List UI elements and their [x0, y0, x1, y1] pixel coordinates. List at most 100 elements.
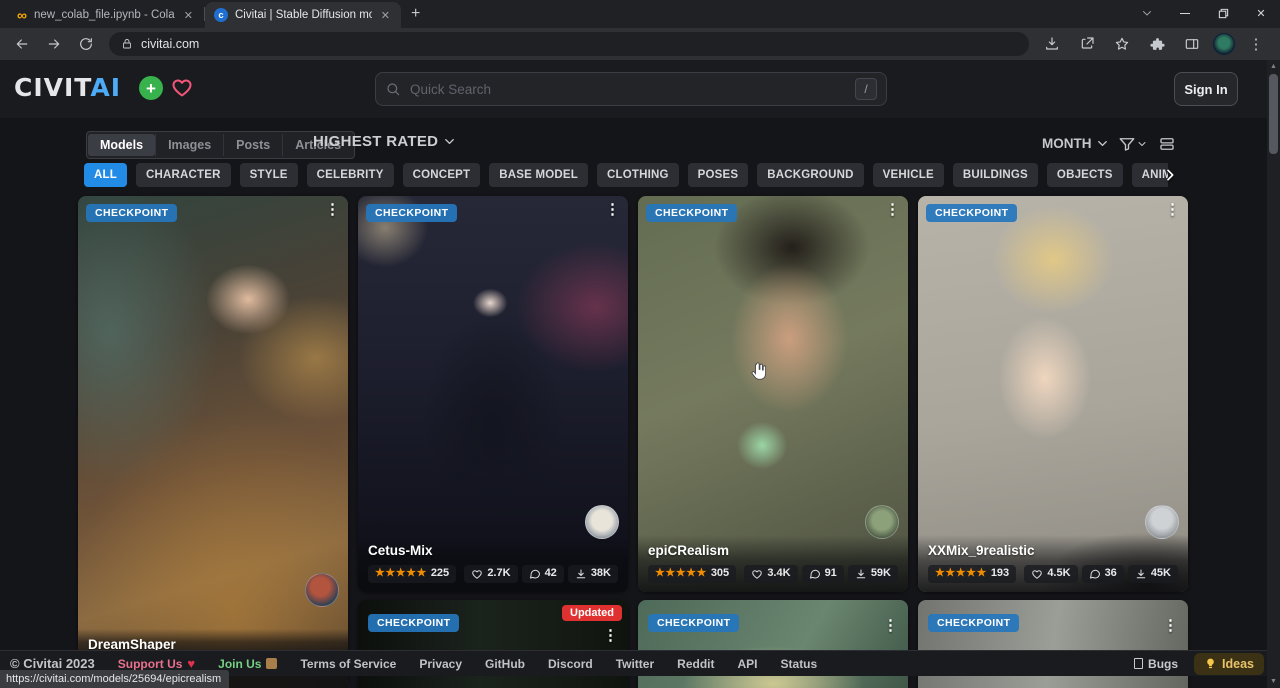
civitai-logo[interactable]: CIVITAI — [14, 73, 121, 102]
footer-link-reddit[interactable]: Reddit — [677, 657, 714, 671]
rating-pill: ★★★★★305 — [648, 565, 736, 583]
support-heart-icon[interactable] — [170, 75, 194, 104]
creator-avatar[interactable] — [305, 573, 339, 607]
browser-tab-colab[interactable]: ∞ new_colab_file.ipynb - Colaborat ✕ — [8, 2, 204, 28]
chip-background[interactable]: BACKGROUND — [757, 163, 863, 187]
model-type-badge[interactable]: CHECKPOINT — [368, 614, 459, 632]
browser-tab-civitai[interactable]: c Civitai | Stable Diffusion models, ✕ — [205, 2, 401, 28]
chip-clothing[interactable]: CLOTHING — [597, 163, 679, 187]
card-menu-icon[interactable]: ⋮ — [885, 202, 900, 217]
sort-dropdown[interactable]: HIGHEST RATED — [313, 133, 457, 150]
footer-link-join-us[interactable]: Join Us — [218, 657, 277, 671]
card-menu-icon[interactable]: ⋮ — [1165, 202, 1180, 217]
close-window-button[interactable]: ✕ — [1242, 0, 1280, 26]
chip-all[interactable]: ALL — [84, 163, 127, 187]
toolbar-actions: ⋮ — [1038, 30, 1272, 58]
footer-link-privacy[interactable]: Privacy — [419, 657, 462, 671]
model-type-badge[interactable]: CHECKPOINT — [366, 204, 457, 222]
comments-count: 91 — [825, 567, 837, 580]
address-bar[interactable]: civitai.com — [109, 32, 1029, 56]
scroll-down-arrow-icon[interactable]: ▼ — [1267, 675, 1280, 688]
chip-poses[interactable]: POSES — [688, 163, 749, 187]
scroll-up-arrow-icon[interactable]: ▲ — [1267, 60, 1280, 73]
search-input[interactable]: Quick Search / — [375, 72, 887, 106]
share-icon[interactable] — [1073, 30, 1101, 58]
footer-link-api[interactable]: API — [738, 657, 758, 671]
download-icon[interactable] — [1038, 30, 1066, 58]
sign-in-button[interactable]: Sign In — [1174, 72, 1238, 106]
bookmark-star-icon[interactable] — [1108, 30, 1136, 58]
tab-close-icon[interactable]: ✕ — [182, 9, 195, 22]
chip-character[interactable]: CHARACTER — [136, 163, 231, 187]
comment-icon — [529, 568, 541, 580]
chip-style[interactable]: STYLE — [240, 163, 298, 187]
model-card-cetus-mix[interactable]: CHECKPOINT ⋮ Cetus-Mix ★★★★★225 2.7K 42 … — [358, 196, 628, 592]
card-menu-icon[interactable]: ⋮ — [883, 618, 898, 633]
footer-link-twitter[interactable]: Twitter — [616, 657, 654, 671]
footer-link-status[interactable]: Status — [781, 657, 818, 671]
comment-icon — [809, 568, 821, 580]
maximize-button[interactable] — [1204, 0, 1242, 26]
likes-count: 2.7K — [487, 567, 510, 580]
model-type-badge[interactable]: CHECKPOINT — [926, 204, 1017, 222]
likes-pill: 4.5K — [1024, 565, 1077, 583]
upload-plus-button[interactable]: + — [139, 76, 163, 100]
join-label: Join Us — [218, 657, 261, 671]
chip-buildings[interactable]: BUILDINGS — [953, 163, 1038, 187]
new-tab-button[interactable]: + — [411, 6, 420, 22]
footer-link-discord[interactable]: Discord — [548, 657, 593, 671]
chip-vehicle[interactable]: VEHICLE — [873, 163, 944, 187]
model-card-dreamshaper[interactable]: CHECKPOINT ⋮ DreamShaper — [78, 196, 348, 688]
tab-images[interactable]: Images — [155, 134, 223, 156]
model-preview-image — [358, 196, 628, 592]
footer-link-github[interactable]: GitHub — [485, 657, 525, 671]
bugs-button[interactable]: Bugs — [1134, 657, 1178, 671]
card-menu-icon[interactable]: ⋮ — [1163, 618, 1178, 633]
minimize-button[interactable] — [1166, 0, 1204, 26]
tab-title: new_colab_file.ipynb - Colaborat — [34, 9, 175, 21]
card-menu-icon[interactable]: ⋮ — [605, 202, 620, 217]
tab-posts[interactable]: Posts — [223, 134, 282, 156]
chip-concept[interactable]: CONCEPT — [403, 163, 481, 187]
footer-link-terms[interactable]: Terms of Service — [300, 657, 396, 671]
model-type-badge[interactable]: CHECKPOINT — [646, 204, 737, 222]
side-panel-icon[interactable] — [1178, 30, 1206, 58]
reload-icon[interactable] — [72, 30, 100, 58]
scrollbar-thumb[interactable] — [1269, 74, 1278, 154]
model-type-badge[interactable]: CHECKPOINT — [648, 614, 739, 632]
ideas-button[interactable]: Ideas — [1194, 653, 1264, 675]
model-preview-image — [918, 196, 1188, 592]
back-icon[interactable] — [8, 30, 36, 58]
card-menu-icon[interactable]: ⋮ — [325, 202, 340, 217]
heart-icon — [471, 568, 483, 580]
comment-icon — [1089, 568, 1101, 580]
chip-base-model[interactable]: BASE MODEL — [489, 163, 588, 187]
layout-toggle-button[interactable] — [1158, 135, 1176, 158]
downloads-count: 38K — [591, 567, 611, 580]
likes-count: 3.4K — [767, 567, 790, 580]
extensions-puzzle-icon[interactable] — [1143, 30, 1171, 58]
model-card-xxmix9realistic[interactable]: CHECKPOINT ⋮ XXMix_9realistic ★★★★★193 4… — [918, 196, 1188, 592]
page-scrollbar[interactable]: ▲ ▼ — [1267, 60, 1280, 688]
tab-strip: ∞ new_colab_file.ipynb - Colaborat ✕ c C… — [0, 0, 1280, 28]
chip-objects[interactable]: OBJECTS — [1047, 163, 1123, 187]
filter-dropdown[interactable] — [1118, 135, 1148, 153]
model-card-epicrealism[interactable]: CHECKPOINT ⋮ epiCRealism ★★★★★305 3.4K 9… — [638, 196, 908, 592]
browser-menu-icon[interactable]: ⋮ — [1242, 30, 1270, 58]
star-icons: ★★★★★ — [935, 567, 987, 580]
period-dropdown[interactable]: MONTH — [1042, 136, 1110, 151]
footer-right-group: Bugs Ideas — [1134, 653, 1264, 675]
tab-search-icon[interactable] — [1128, 0, 1166, 26]
window-controls: ✕ — [1128, 0, 1280, 26]
card-menu-icon[interactable]: ⋮ — [603, 628, 618, 643]
tab-close-icon[interactable]: ✕ — [379, 9, 392, 22]
forward-icon[interactable] — [40, 30, 68, 58]
comments-pill: 91 — [802, 565, 844, 583]
chip-celebrity[interactable]: CELEBRITY — [307, 163, 394, 187]
tab-models[interactable]: Models — [88, 134, 155, 156]
browser-profile-avatar[interactable] — [1213, 33, 1235, 55]
chips-scroll-right-button[interactable] — [1160, 165, 1180, 185]
model-type-badge[interactable]: CHECKPOINT — [928, 614, 1019, 632]
model-type-badge[interactable]: CHECKPOINT — [86, 204, 177, 222]
footer-link-support-us[interactable]: Support Us♥ — [118, 657, 195, 671]
